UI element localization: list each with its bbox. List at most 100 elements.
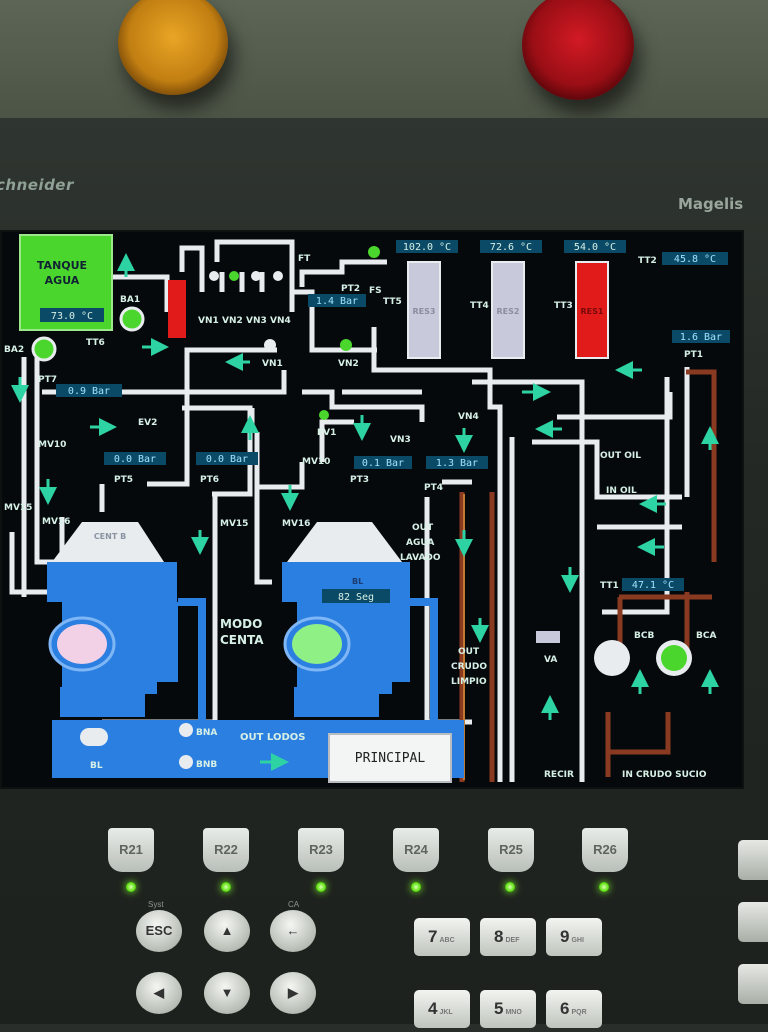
pump-ba2[interactable] <box>31 336 57 362</box>
side-key-3[interactable] <box>738 964 768 1004</box>
flow-switch-fs[interactable] <box>368 246 380 258</box>
svg-text:OUT: OUT <box>412 523 434 533</box>
arrow-right-button[interactable]: ▶ <box>270 972 316 1014</box>
svg-text:RES1: RES1 <box>581 307 604 316</box>
esc-button[interactable]: ESC <box>136 910 182 952</box>
arrow-left-button[interactable]: ◀ <box>136 972 182 1014</box>
arrow-up-button[interactable]: ▲ <box>204 910 250 952</box>
pump-bcb[interactable] <box>594 640 630 676</box>
svg-text:PT1: PT1 <box>684 350 703 360</box>
sys-label: Syst <box>148 900 164 909</box>
svg-text:PT2: PT2 <box>341 284 360 294</box>
process-diagram: TANQUE AGUA 73.0 °C BA1 BA2 TT6 PT7 0.9 … <box>4 234 730 783</box>
svg-text:BL: BL <box>90 761 103 771</box>
key-8[interactable]: 8 DEF <box>480 918 536 956</box>
pt3-value: 0.1 Bar <box>362 458 404 469</box>
pump-bl[interactable] <box>80 728 108 746</box>
mode-label-line1: MODO <box>220 617 262 631</box>
mode-label-line2: CENTA <box>220 633 264 647</box>
led-r23 <box>316 882 326 892</box>
svg-text:IN CRUDO SUCIO: IN CRUDO SUCIO <box>622 770 707 780</box>
svg-text:MV16: MV16 <box>282 519 310 529</box>
pt4-value: 1.3 Bar <box>436 458 478 469</box>
function-key-r24[interactable]: R24 <box>393 828 439 872</box>
key-5[interactable]: 5 MNO <box>480 990 536 1028</box>
centrifuge-a[interactable] <box>282 522 438 722</box>
wall-panel <box>0 0 768 130</box>
ca-label: CA <box>288 900 300 909</box>
svg-text:PT7: PT7 <box>38 375 57 385</box>
heater-red-block <box>168 280 186 338</box>
svg-text:VN2: VN2 <box>222 316 243 326</box>
svg-text:MV10: MV10 <box>302 457 330 467</box>
svg-text:RES3: RES3 <box>413 307 436 316</box>
valve-vn1-bottom[interactable] <box>264 339 276 351</box>
led-r21 <box>126 882 136 892</box>
valve-ev1[interactable] <box>319 410 329 420</box>
svg-text:BA1: BA1 <box>120 295 140 305</box>
led-r24 <box>411 882 421 892</box>
key-4[interactable]: 4 JKL <box>414 990 470 1028</box>
svg-text:TT2: TT2 <box>638 256 657 266</box>
svg-text:BCB: BCB <box>634 631 654 641</box>
res3-temperature: 102.0 °C <box>403 242 451 253</box>
svg-text:TT5: TT5 <box>383 297 402 307</box>
res1-temperature: 54.0 °C <box>574 242 616 253</box>
side-key-2[interactable] <box>738 902 768 942</box>
svg-text:RES2: RES2 <box>497 307 520 316</box>
svg-text:VN1: VN1 <box>262 359 283 369</box>
arrow-right-icon: ▶ <box>288 985 298 1000</box>
hmi-screen: TANQUE AGUA 73.0 °C BA1 BA2 TT6 PT7 0.9 … <box>0 230 744 789</box>
svg-text:VN4: VN4 <box>458 412 479 422</box>
svg-text:PT6: PT6 <box>200 475 219 485</box>
pump-ba1[interactable] <box>119 306 145 332</box>
pt1-value: 1.6 Bar <box>680 332 722 343</box>
separation-timer: 82 Seg <box>338 592 374 603</box>
pt7-value: 0.9 Bar <box>68 386 110 397</box>
svg-text:TT4: TT4 <box>470 301 489 311</box>
svg-text:PT5: PT5 <box>114 475 133 485</box>
tank-label-line1: TANQUE <box>37 259 87 272</box>
pt2-value: 1.4 Bar <box>316 296 358 307</box>
arrow-down-icon: ▼ <box>220 985 234 1000</box>
tt2-value: 45.8 °C <box>674 254 716 265</box>
svg-text:FT: FT <box>298 254 311 264</box>
function-key-r25[interactable]: R25 <box>488 828 534 872</box>
svg-text:PT4: PT4 <box>424 483 443 493</box>
principal-button-label: PRINCIPAL <box>355 751 426 766</box>
led-r22 <box>221 882 231 892</box>
svg-text:MV15: MV15 <box>4 503 32 513</box>
key-6[interactable]: 6 PQR <box>546 990 602 1028</box>
svg-text:EV1: EV1 <box>317 428 336 438</box>
centrifuge-b[interactable] <box>47 522 206 722</box>
valve-bna[interactable] <box>179 723 193 737</box>
key-7[interactable]: 7 ABC <box>414 918 470 956</box>
function-key-r22[interactable]: R22 <box>203 828 249 872</box>
key-9[interactable]: 9 GHI <box>546 918 602 956</box>
backspace-arrow-icon: ← <box>286 923 300 938</box>
svg-text:LIMPIO: LIMPIO <box>451 677 487 687</box>
side-key-1[interactable] <box>738 840 768 880</box>
svg-text:MV16: MV16 <box>42 517 70 527</box>
function-key-r26[interactable]: R26 <box>582 828 628 872</box>
svg-text:VN4: VN4 <box>270 316 291 326</box>
svg-text:BNA: BNA <box>196 728 217 738</box>
tank-label-line2: AGUA <box>45 274 80 287</box>
svg-text:OUT: OUT <box>458 647 480 657</box>
backspace-button[interactable]: ← <box>270 910 316 952</box>
svg-text:LAVADO: LAVADO <box>400 553 441 563</box>
svg-text:CENT B: CENT B <box>94 532 126 541</box>
valve-bnb[interactable] <box>179 755 193 769</box>
function-key-r23[interactable]: R23 <box>298 828 344 872</box>
arrow-down-button[interactable]: ▼ <box>204 972 250 1014</box>
svg-text:VN3: VN3 <box>246 316 267 326</box>
valve-vn2-bottom[interactable] <box>340 339 352 351</box>
function-key-r21[interactable]: R21 <box>108 828 154 872</box>
svg-text:TT1: TT1 <box>600 581 619 591</box>
svg-text:VA: VA <box>544 655 557 665</box>
pt6-value: 0.0 Bar <box>206 454 248 465</box>
svg-text:BNB: BNB <box>196 760 217 770</box>
arrow-left-icon: ◀ <box>154 985 164 1000</box>
led-r26 <box>599 882 609 892</box>
svg-text:TT6: TT6 <box>86 338 105 348</box>
